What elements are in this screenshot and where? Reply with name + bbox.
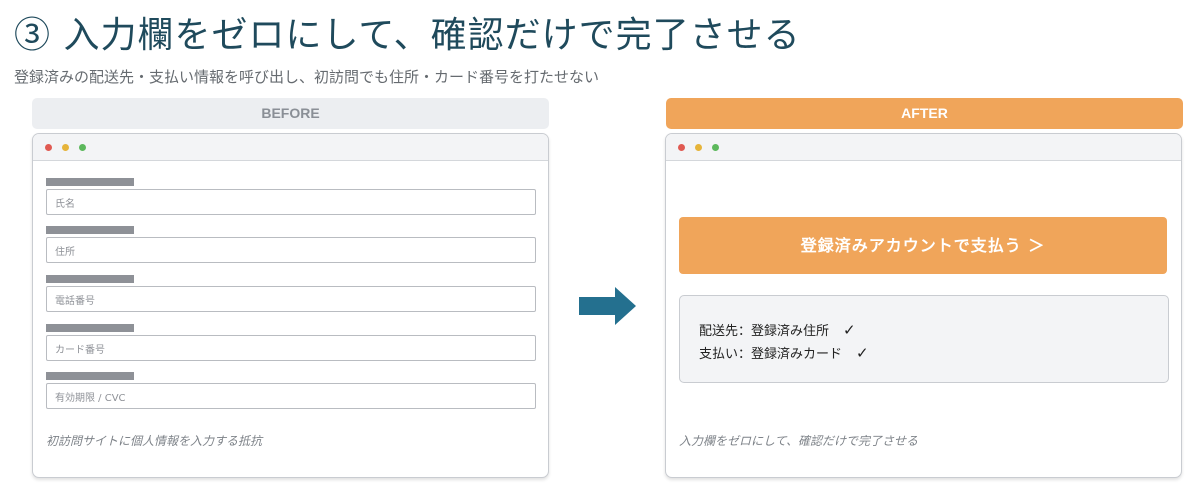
- field-placeholder: 電話番号: [55, 296, 95, 307]
- field-placeholder: 住所: [55, 247, 75, 258]
- field-label-placeholder: [46, 226, 134, 234]
- after-window: 登録済みアカウントで支払う ＞ 配送先：登録済み住所 ✓ 支払い：登録済みカード ✓…: [665, 133, 1182, 478]
- right-arrow-icon: [579, 287, 636, 325]
- field-label-placeholder: [46, 372, 134, 380]
- before-window: 氏名 住所 電話番号 カード番号 有効期限 / CVC 初訪問サイトに個人情報を…: [32, 133, 549, 478]
- check-icon: ✓: [843, 321, 856, 339]
- payment-info-text: 支払い：登録済みカード: [699, 347, 843, 362]
- phone-field[interactable]: 電話番号: [46, 286, 536, 312]
- window-titlebar: [666, 134, 1181, 161]
- card-number-field[interactable]: カード番号: [46, 335, 536, 361]
- after-header: AFTER: [666, 98, 1183, 129]
- field-label-placeholder: [46, 275, 134, 283]
- field-placeholder: 有効期限 / CVC: [55, 393, 126, 404]
- check-icon: ✓: [856, 344, 869, 362]
- before-header: BEFORE: [32, 98, 549, 129]
- saved-info-box: 配送先：登録済み住所 ✓ 支払い：登録済みカード ✓: [679, 295, 1169, 383]
- pay-with-account-button[interactable]: 登録済みアカウントで支払う ＞: [679, 217, 1167, 274]
- after-caption: 入力欄をゼロにして、確認だけで完了させる: [679, 434, 919, 448]
- window-titlebar: [33, 134, 548, 161]
- field-placeholder: カード番号: [55, 345, 105, 356]
- shipping-info-line: 配送先：登録済み住所 ✓: [699, 320, 856, 339]
- field-label-placeholder: [46, 324, 134, 332]
- close-dot-icon: [678, 144, 685, 151]
- address-field[interactable]: 住所: [46, 237, 536, 263]
- minimize-dot-icon: [62, 144, 69, 151]
- payment-info-line: 支払い：登録済みカード ✓: [699, 343, 869, 362]
- maximize-dot-icon: [712, 144, 719, 151]
- page-subtitle: 登録済みの配送先・支払い情報を呼び出し、初訪問でも住所・カード番号を打たせない: [14, 68, 600, 86]
- page-title: ③ 入力欄をゼロにして、確認だけで完了させる: [14, 15, 801, 56]
- maximize-dot-icon: [79, 144, 86, 151]
- shipping-info-text: 配送先：登録済み住所: [699, 324, 830, 339]
- expiry-cvc-field[interactable]: 有効期限 / CVC: [46, 383, 536, 409]
- minimize-dot-icon: [695, 144, 702, 151]
- before-caption: 初訪問サイトに個人情報を入力する抵抗: [46, 434, 263, 448]
- close-dot-icon: [45, 144, 52, 151]
- field-placeholder: 氏名: [55, 199, 75, 210]
- field-label-placeholder: [46, 178, 134, 186]
- name-field[interactable]: 氏名: [46, 189, 536, 215]
